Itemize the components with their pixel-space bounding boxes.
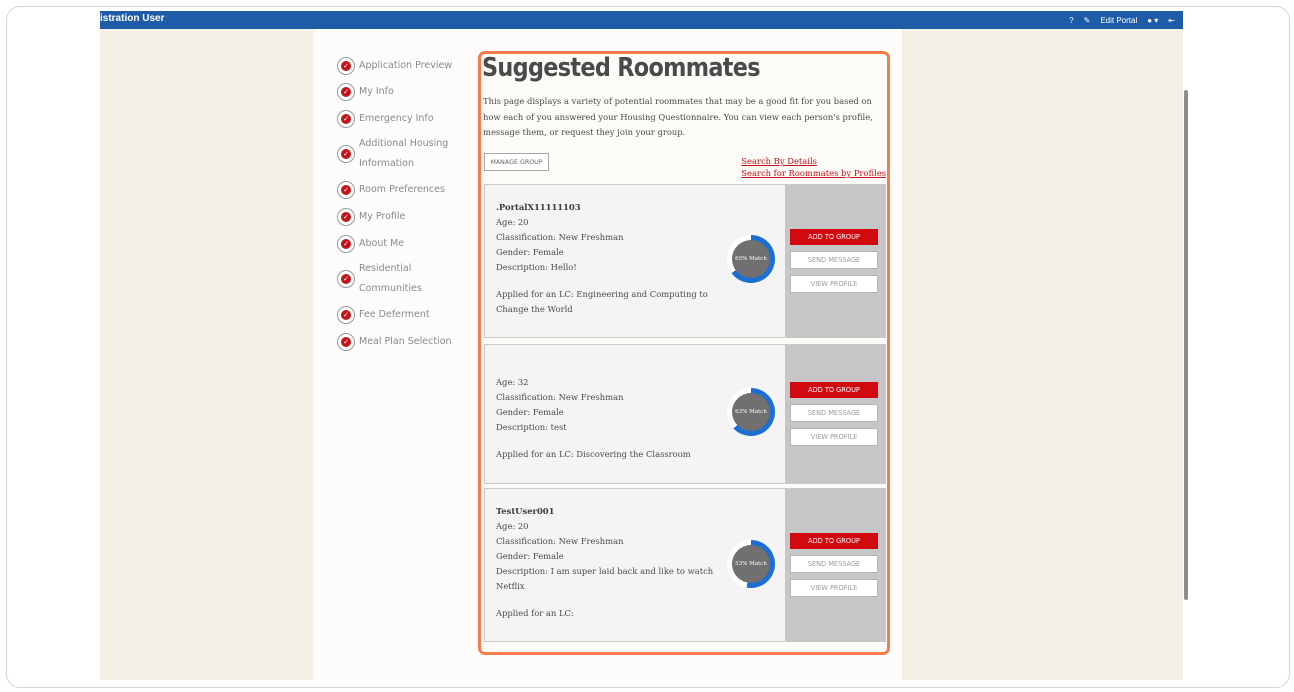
- sidebar-item-label: Fee Deferment: [359, 308, 430, 320]
- sidebar-item-meal-plan-selection[interactable]: ✓ Meal Plan Selection: [337, 328, 467, 355]
- sidebar-item-label: My Profile: [359, 210, 406, 222]
- roommate-age: Age: 20: [496, 521, 529, 531]
- sidebar-item-label: Room Preferences: [359, 183, 445, 195]
- suggested-roommates-panel: Suggested Roommates This page displays a…: [478, 51, 890, 655]
- user-icon[interactable]: ● ▾: [1147, 16, 1158, 25]
- match-label: 63% Match: [732, 393, 770, 431]
- roommate-card: TestUser001 Age: 20 Classification: New …: [484, 488, 886, 642]
- completed-check-icon: ✓: [337, 82, 355, 101]
- roommate-lc: Applied for an LC: Discovering the Class…: [496, 449, 691, 459]
- roommate-description: Description: I am super laid back and li…: [496, 566, 714, 591]
- completed-check-icon: ✓: [337, 109, 355, 128]
- roommate-card: Age: 32 Classification: New Freshman Gen…: [484, 344, 886, 484]
- roommate-classification: Classification: New Freshman: [496, 536, 624, 546]
- roommate-gender: Gender: Female: [496, 247, 564, 257]
- sidebar-item-room-preferences[interactable]: ✓ Room Preferences: [337, 176, 467, 203]
- sidebar-item-label: Additional Housing Information: [359, 138, 449, 169]
- sidebar-item-additional-housing-information[interactable]: ✓ Additional Housing Information: [337, 132, 467, 176]
- add-to-group-button[interactable]: ADD TO GROUP: [790, 382, 878, 398]
- sidebar-item-my-info[interactable]: ✓ My Info: [337, 78, 467, 105]
- send-message-button[interactable]: SEND MESSAGE: [790, 404, 878, 422]
- application-steps-sidebar: ✓ Application Preview ✓ My Info ✓ Emerge…: [337, 54, 467, 355]
- manage-group-button[interactable]: MANAGE GROUP: [484, 153, 549, 171]
- match-ring: 53% Match: [727, 540, 775, 588]
- view-profile-button[interactable]: VIEW PROFILE: [790, 579, 878, 597]
- edit-icon[interactable]: ✎: [1084, 16, 1091, 25]
- view-profile-button[interactable]: VIEW PROFILE: [790, 428, 878, 446]
- roommate-card: .PortalX11111103 Age: 20 Classification:…: [484, 184, 886, 338]
- send-message-button[interactable]: SEND MESSAGE: [790, 555, 878, 573]
- add-to-group-button[interactable]: ADD TO GROUP: [790, 533, 878, 549]
- search-by-details-link[interactable]: Search By Details: [741, 155, 886, 167]
- roommate-classification: Classification: New Freshman: [496, 232, 624, 242]
- roommate-gender: Gender: Female: [496, 551, 564, 561]
- completed-check-icon: ✓: [337, 180, 355, 199]
- user-name-label: istration User: [100, 13, 165, 24]
- top-bar-actions: ? ✎ Edit Portal ● ▾ ⇤: [1069, 12, 1175, 28]
- sign-out-icon[interactable]: ⇤: [1168, 16, 1175, 25]
- completed-check-icon: ✓: [337, 234, 355, 253]
- add-to-group-button[interactable]: ADD TO GROUP: [790, 229, 878, 245]
- search-links: Search By Details Search for Roommates b…: [741, 155, 886, 179]
- view-profile-button[interactable]: VIEW PROFILE: [790, 275, 878, 293]
- completed-check-icon: ✓: [337, 270, 355, 288]
- sidebar-item-my-profile[interactable]: ✓ My Profile: [337, 203, 467, 230]
- send-message-button[interactable]: SEND MESSAGE: [790, 251, 878, 269]
- roommate-info: Age: 32 Classification: New Freshman Gen…: [496, 360, 716, 462]
- roommate-classification: Classification: New Freshman: [496, 392, 624, 402]
- roommate-name: .PortalX11111103: [496, 202, 581, 212]
- roommate-age: Age: 32: [496, 377, 529, 387]
- completed-check-icon: ✓: [337, 207, 355, 226]
- roommate-gender: Gender: Female: [496, 407, 564, 417]
- roommate-lc: Applied for an LC: Engineering and Compu…: [496, 289, 708, 314]
- match-ring: 65% Match: [727, 235, 775, 283]
- roommate-info: TestUser001 Age: 20 Classification: New …: [496, 504, 716, 621]
- roommate-info: .PortalX11111103 Age: 20 Classification:…: [496, 200, 716, 317]
- top-navigation-bar: istration User ? ✎ Edit Portal ● ▾ ⇤: [100, 11, 1183, 29]
- page-title: Suggested Roommates: [482, 53, 761, 83]
- match-label: 65% Match: [732, 240, 770, 278]
- sidebar-item-label: My Info: [359, 85, 394, 97]
- roommate-name: TestUser001: [496, 506, 555, 516]
- sidebar-item-label: Residential Communities: [359, 263, 422, 294]
- match-label: 53% Match: [732, 545, 770, 583]
- sidebar-item-about-me[interactable]: ✓ About Me: [337, 230, 467, 257]
- roommate-lc: Applied for an LC:: [496, 608, 574, 618]
- completed-check-icon: ✓: [337, 332, 355, 351]
- roommate-name: [496, 360, 716, 375]
- roommate-age: Age: 20: [496, 217, 529, 227]
- sidebar-item-application-preview[interactable]: ✓ Application Preview: [337, 54, 467, 78]
- completed-check-icon: ✓: [337, 57, 355, 75]
- completed-check-icon: ✓: [337, 145, 355, 163]
- page-description: This page displays a variety of potentia…: [483, 96, 873, 137]
- search-by-profiles-link[interactable]: Search for Roommates by Profiles: [741, 167, 886, 179]
- sidebar-item-label: Emergency Info: [359, 112, 434, 124]
- sidebar-item-label: Meal Plan Selection: [359, 335, 452, 347]
- completed-check-icon: ✓: [337, 305, 355, 324]
- sidebar-item-label: Application Preview: [359, 60, 453, 71]
- sidebar-item-residential-communities[interactable]: ✓ Residential Communities: [337, 257, 467, 301]
- scrollbar[interactable]: [1184, 90, 1188, 600]
- sidebar-item-label: About Me: [359, 237, 405, 249]
- match-ring: 63% Match: [727, 388, 775, 436]
- roommate-description: Description: test: [496, 422, 567, 432]
- roommate-description: Description: Hello!: [496, 262, 577, 272]
- sidebar-item-emergency-info[interactable]: ✓ Emergency Info: [337, 105, 467, 132]
- sidebar-item-fee-deferment[interactable]: ✓ Fee Deferment: [337, 301, 467, 328]
- edit-portal-link[interactable]: Edit Portal: [1100, 16, 1137, 25]
- help-icon[interactable]: ?: [1069, 16, 1073, 25]
